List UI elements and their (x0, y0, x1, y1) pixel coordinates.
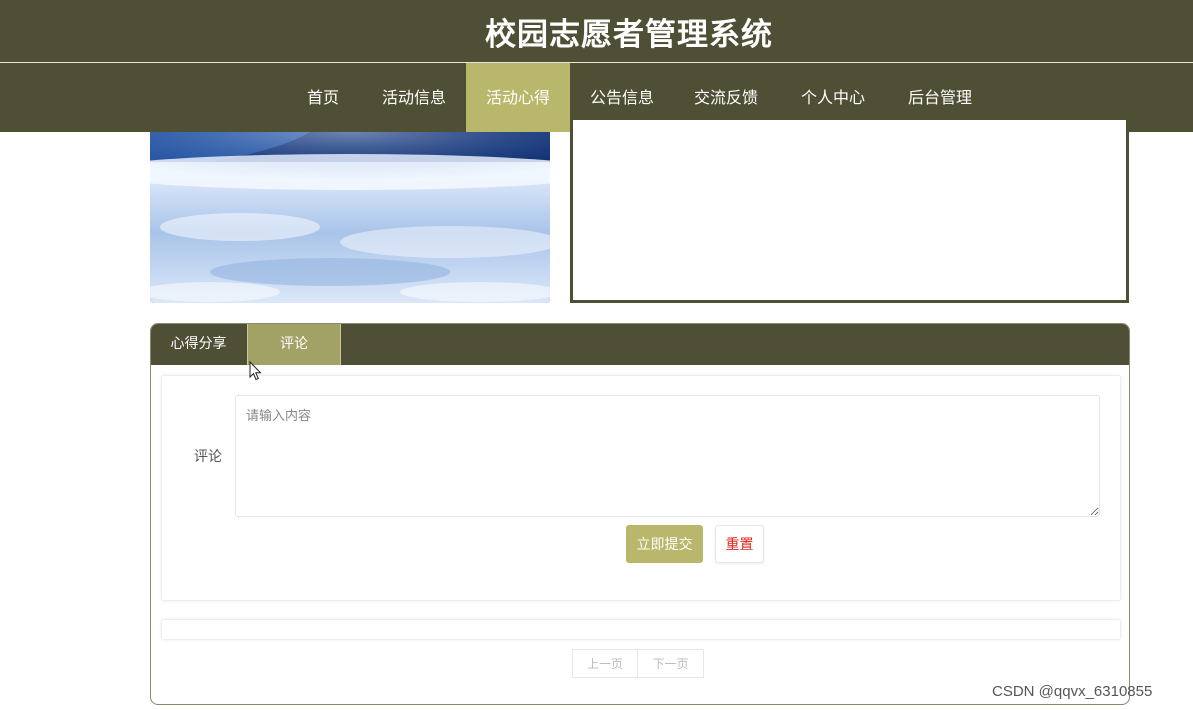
pagination: 上一页 下一页 (572, 649, 704, 678)
mouse-pointer-icon (249, 361, 262, 381)
nav-item-activity-info[interactable]: 活动信息 (366, 63, 462, 132)
comment-label: 评论 (194, 449, 222, 465)
tab-insight-share[interactable]: 心得分享 (151, 324, 246, 365)
tab-bar: 心得分享 评论 (151, 324, 1129, 365)
watermark-text: CSDN @qqvx_6310855 (992, 683, 1153, 700)
nav-item-activity-insights[interactable]: 活动心得 (466, 63, 570, 132)
site-title: 校园志愿者管理系统 (485, 16, 773, 53)
activity-cover-image (150, 132, 550, 303)
submit-button[interactable]: 立即提交 (626, 525, 703, 563)
reset-button[interactable]: 重置 (715, 525, 764, 563)
site-header: 校园志愿者管理系统 (0, 0, 1193, 62)
comment-list (161, 619, 1121, 640)
prev-page-button[interactable]: 上一页 (572, 649, 638, 678)
nav-item-home[interactable]: 首页 (290, 63, 356, 132)
comment-form: 评论 立即提交 重置 (161, 375, 1121, 601)
tab-panel: 心得分享 评论 评论 立即提交 重置 上一页 下一页 (150, 323, 1130, 705)
next-page-button[interactable]: 下一页 (638, 649, 704, 678)
tab-comments[interactable]: 评论 (247, 324, 341, 365)
activity-info-box (570, 120, 1129, 303)
comment-textarea[interactable] (235, 395, 1100, 517)
